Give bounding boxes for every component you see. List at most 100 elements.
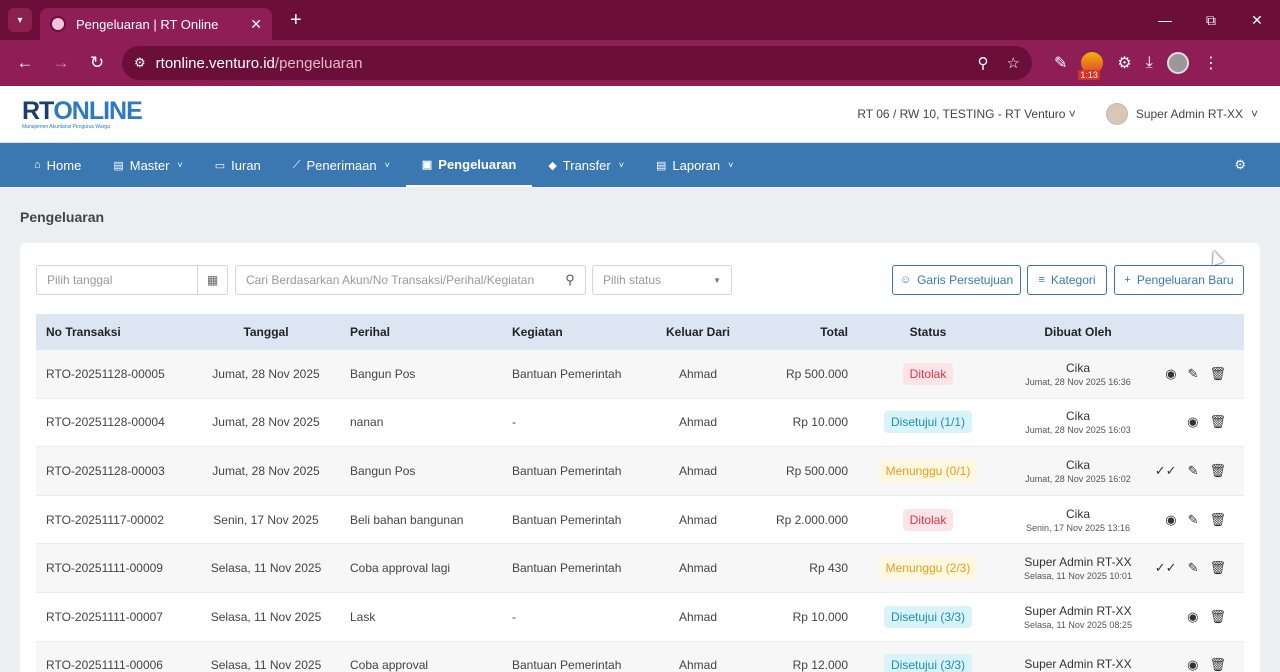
new-tab-button[interactable]: + <box>290 9 302 32</box>
date-picker[interactable]: Pilih tanggal ▦ <box>36 265 228 295</box>
trash-icon[interactable]: 🗑 <box>1209 463 1226 479</box>
creator-date: Senin, 17 Nov 2025 13:16 <box>1025 522 1131 533</box>
reload-icon[interactable]: ↻ <box>82 48 112 78</box>
eye-icon[interactable]: ◉ <box>1165 366 1176 382</box>
nav-master[interactable]: ▤ Master ˅ <box>97 143 198 187</box>
content-card: Pilih tanggal ▦ Cari Berdasarkan Akun/No… <box>20 243 1260 672</box>
forward-icon[interactable]: → <box>46 48 76 78</box>
address-bar[interactable]: ⚙ rtonline.venturo.id/pengeluaran ⚲ ☆ <box>122 46 1032 80</box>
rt-online-logo[interactable]: RTONLINE Manajemen Akuntansi Pengurus Wa… <box>22 96 143 130</box>
cell-keluar-dari: Ahmad <box>678 366 718 381</box>
extensions-puzzle-icon[interactable]: ⚙ <box>1117 53 1131 73</box>
timer-extension-icon[interactable]: 1:13 <box>1078 52 1104 80</box>
back-icon[interactable]: ← <box>10 48 40 78</box>
cell-actions: ◉ ✎ 🗑 <box>1148 366 1244 382</box>
user-menu[interactable]: Super Admin RT-XX ˅ <box>1105 103 1258 125</box>
minimize-icon[interactable]: — <box>1142 0 1188 40</box>
cell-kegiatan: Bantuan Pemerintah <box>512 658 622 672</box>
restore-icon[interactable]: ⧉ <box>1188 0 1234 40</box>
cell-keluar-dari: Ahmad <box>678 561 718 576</box>
trash-icon[interactable]: 🗑 <box>1209 560 1226 576</box>
bookmark-star-icon[interactable]: ☆ <box>1007 54 1020 72</box>
trash-icon[interactable]: 🗑 <box>1209 512 1226 528</box>
filter-bar: Pilih tanggal ▦ Cari Berdasarkan Akun/No… <box>36 265 1244 295</box>
cell-actions: ✓✓ ✎ 🗑 <box>1148 560 1244 576</box>
expense-table: No Transaksi Tanggal Perihal Kegiatan Ke… <box>36 314 1244 672</box>
cell-status: Menunggu (2/3) <box>848 557 1008 580</box>
logo-text-online: ONLINE <box>53 96 142 125</box>
table-row: RTO-20251111-00009 Selasa, 11 Nov 2025 Cob… <box>36 544 1244 593</box>
new-expense-button[interactable]: + Pengeluaran Baru <box>1114 265 1244 295</box>
creator-date: Selasa, 11 Nov 2025 10:01 <box>1024 571 1132 582</box>
eye-icon[interactable]: ◉ <box>1165 512 1176 528</box>
eye-icon[interactable]: ◉ <box>1187 609 1198 625</box>
trash-icon[interactable]: 🗑 <box>1209 366 1226 382</box>
nav-label: Iuran <box>231 157 261 173</box>
browser-toolbar: ← → ↻ ⚙ rtonline.venturo.id/pengeluaran … <box>0 40 1280 86</box>
table-header: No Transaksi Tanggal Perihal Kegiatan Ke… <box>36 314 1244 350</box>
rt-selector[interactable]: RT 06 / RW 10, TESTING - RT Venturo ˅ <box>857 107 1075 121</box>
header-status: Status <box>909 325 947 339</box>
search-input[interactable]: Cari Berdasarkan Akun/No Transaksi/Perih… <box>235 265 586 295</box>
page-title: Pengeluaran <box>20 209 105 225</box>
cell-actions: ◉ 🗑 <box>1148 414 1244 430</box>
download-icon[interactable]: ⤓ <box>1146 54 1153 72</box>
site-info-icon[interactable]: ⚙ <box>134 55 146 71</box>
tab-search-chevron-icon[interactable]: ▾ <box>8 8 32 32</box>
creator-name: Super Admin RT-XX <box>1024 657 1132 672</box>
nav-pengeluaran[interactable]: ▣ Pengeluaran <box>405 143 533 187</box>
cell-dibuat-oleh: Cika Senin, 17 Nov 2025 13:16 <box>1008 507 1148 533</box>
cell-no-transaksi: RTO-20251117-00002 <box>46 512 164 527</box>
edit-icon[interactable]: ✎ <box>1188 560 1199 576</box>
profile-avatar-icon[interactable] <box>1166 52 1189 74</box>
creator-date: Jumat, 28 Nov 2025 16:03 <box>1025 425 1131 436</box>
rt-selector-label: RT 06 / RW 10, TESTING - RT Venturo <box>857 107 1066 121</box>
settings-gear-icon[interactable]: ⚙ <box>1234 157 1246 173</box>
table-row: RTO-20251128-00005 Jumat, 28 Nov 2025 Bang… <box>36 350 1244 399</box>
nav-home[interactable]: ⌂ Home <box>18 143 97 187</box>
cell-tanggal: Jumat, 28 Nov 2025 <box>212 463 320 478</box>
edit-icon[interactable]: ✎ <box>1188 512 1199 528</box>
creator-date: Jumat, 28 Nov 2025 16:36 <box>1025 376 1131 387</box>
header-no: No Transaksi <box>46 325 121 339</box>
cell-status: Ditolak <box>848 508 1008 531</box>
approval-line-button[interactable]: ☺ Garis Persetujuan <box>892 265 1021 295</box>
trash-icon[interactable]: 🗑 <box>1209 414 1226 430</box>
close-window-icon[interactable]: ✕ <box>1234 0 1280 40</box>
zoom-icon[interactable]: ⚲ <box>978 54 989 72</box>
cell-perihal: Lask <box>350 609 376 624</box>
header-perihal: Perihal <box>350 325 391 339</box>
creator-name: Cika <box>1065 409 1090 424</box>
double-check-icon[interactable]: ✓✓ <box>1155 560 1177 576</box>
table-row: RTO-20251111-00006 Selasa, 11 Nov 2025 Cob… <box>36 641 1244 672</box>
cell-dibuat-oleh: Cika Jumat, 28 Nov 2025 16:36 <box>1008 361 1148 387</box>
trash-icon[interactable]: 🗑 <box>1209 657 1226 672</box>
browser-menu-icon[interactable]: ⋮ <box>1203 53 1219 73</box>
nav-iuran[interactable]: ▭ Iuran <box>199 143 277 187</box>
cell-status: Menunggu (0/1) <box>848 459 1008 482</box>
category-button[interactable]: ≡ Kategori <box>1027 265 1107 295</box>
nav-label: Master <box>129 157 170 173</box>
eye-icon[interactable]: ◉ <box>1187 657 1198 672</box>
eye-icon[interactable]: ◉ <box>1187 414 1198 430</box>
cell-status: Disetujui (3/3) <box>848 605 1008 628</box>
browser-tab[interactable]: Pengeluaran | RT Online ✕ <box>40 8 272 40</box>
double-check-icon[interactable]: ✓✓ <box>1155 463 1177 479</box>
main-nav: ⌂ Home ▤ Master ˅ ▭ Iuran ⟋ Penerimaan ˅ ▣ Peng… <box>0 143 1280 187</box>
nav-label: Transfer <box>562 157 611 173</box>
search-icon[interactable]: ⚲ <box>555 272 585 288</box>
edit-icon[interactable]: ✎ <box>1188 463 1199 479</box>
status-select[interactable]: Pilih status ▼ <box>592 265 732 295</box>
extension-badge: 1:13 <box>1078 70 1100 80</box>
home-icon: ⌂ <box>34 159 41 171</box>
nav-laporan[interactable]: ▤ Laporan ˅ <box>640 143 749 187</box>
nav-transfer[interactable]: ◆ Transfer ˅ <box>532 143 640 187</box>
trash-icon[interactable]: 🗑 <box>1209 609 1226 625</box>
tab-close-icon[interactable]: ✕ <box>250 16 262 33</box>
edit-icon[interactable]: ✎ <box>1188 366 1199 382</box>
feather-extension-icon[interactable]: ✎ <box>1054 53 1067 73</box>
cell-perihal: Bangun Pos <box>350 463 416 478</box>
nav-penerimaan[interactable]: ⟋ Penerimaan ˅ <box>277 143 406 187</box>
calendar-icon[interactable]: ▦ <box>197 266 227 294</box>
cell-no-transaksi: RTO-20251111-00006 <box>46 658 163 672</box>
